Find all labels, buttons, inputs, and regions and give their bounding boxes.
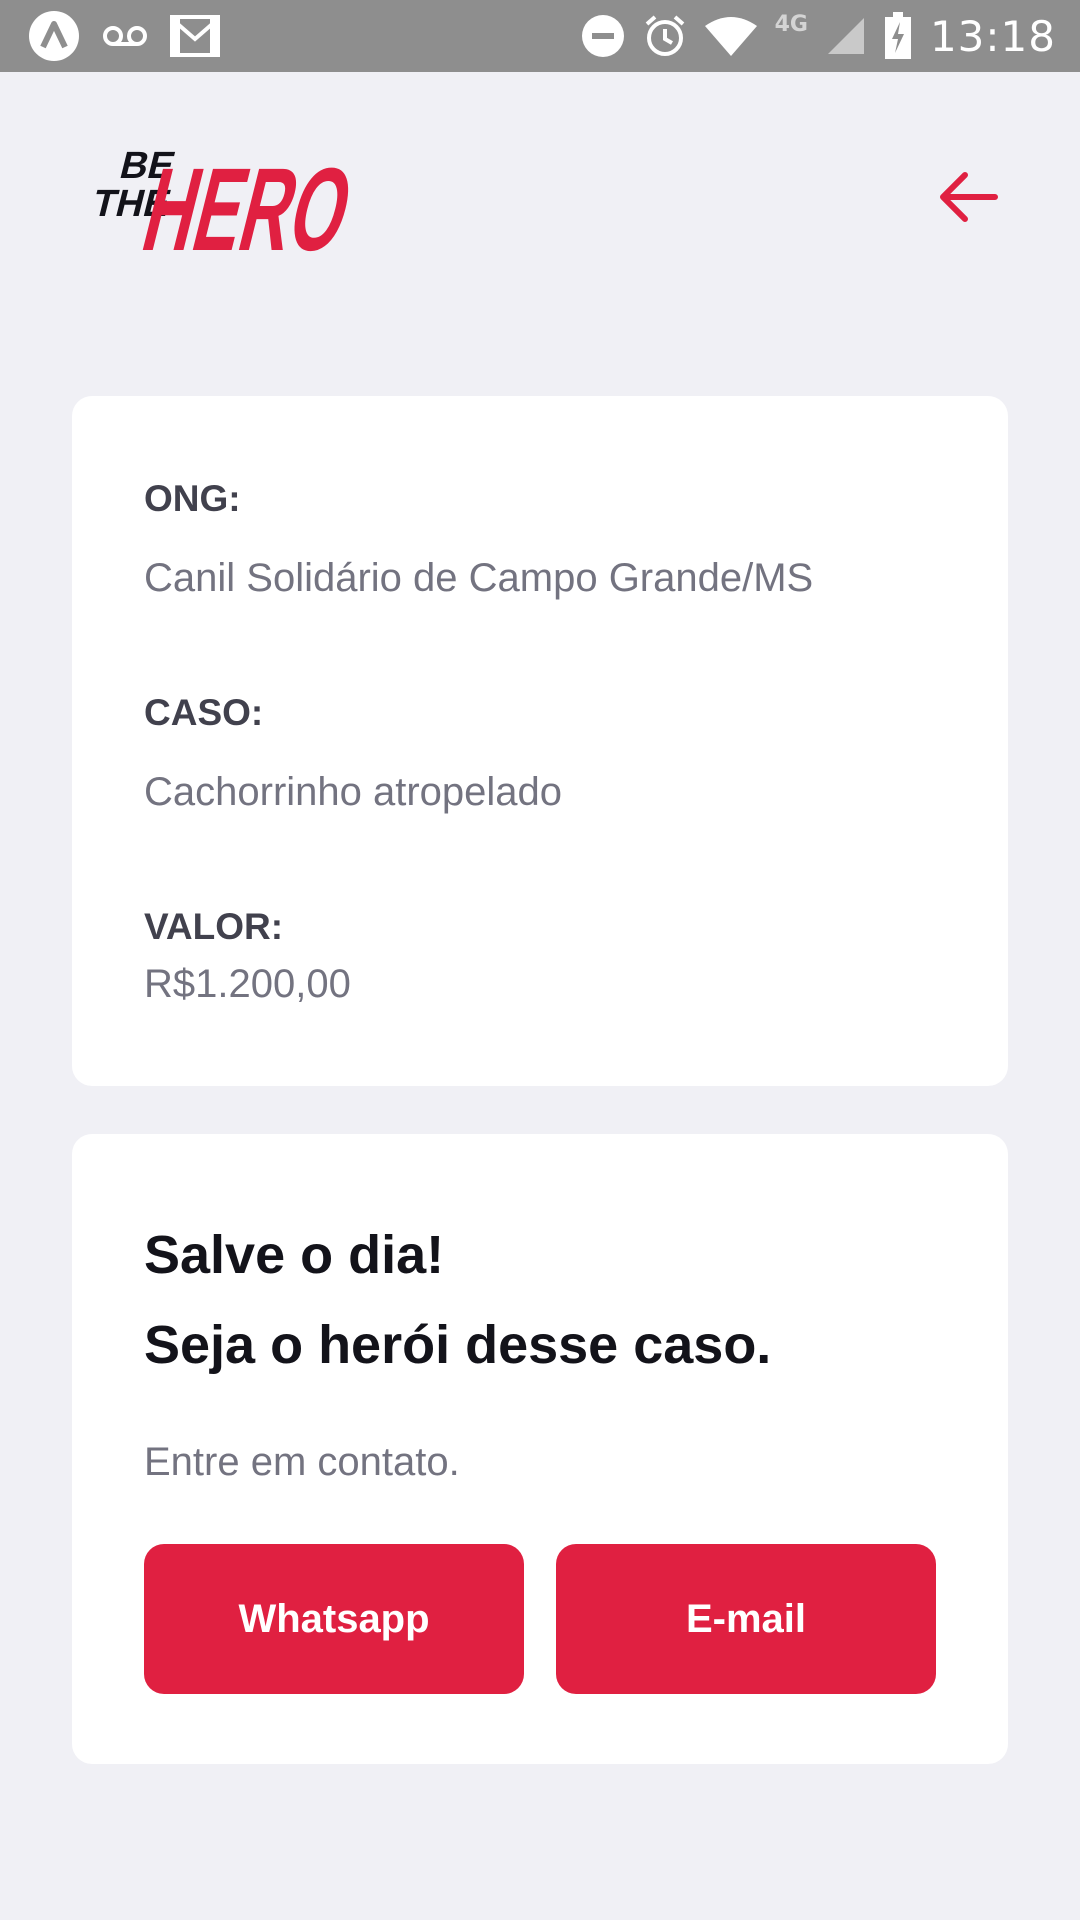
whatsapp-button-label: Whatsapp — [238, 1596, 430, 1641]
status-time: 13:18 — [929, 11, 1056, 61]
contact-card: Salve o dia! Seja o herói desse caso. En… — [72, 1134, 1008, 1764]
incident-card: ONG: Canil Solidário de Campo Grande/MS … — [72, 396, 1008, 1086]
voicemail-icon — [102, 23, 148, 49]
email-button-label: E-mail — [685, 1596, 807, 1641]
battery-charging-icon — [884, 12, 912, 60]
dnd-icon — [581, 14, 625, 58]
signal-icon — [826, 16, 866, 56]
wifi-icon — [704, 16, 757, 56]
contact-title-line1: Salve o dia! — [144, 1225, 445, 1285]
network-type: 4G — [774, 11, 808, 37]
email-button[interactable]: E-mail — [556, 1544, 936, 1694]
value-label: VALOR: — [144, 906, 284, 947]
status-bar: 4G 13:18 — [0, 0, 1080, 72]
gmail-icon — [170, 15, 220, 57]
whatsapp-button[interactable]: Whatsapp — [144, 1544, 524, 1694]
contact-title-line2: Seja o herói desse caso. — [144, 1315, 772, 1375]
back-button[interactable] — [930, 158, 1008, 236]
value-value: R$1.200,00 — [144, 962, 351, 1006]
alarm-icon — [643, 14, 687, 58]
be-the-hero-logo: BE THE HERO — [88, 145, 362, 256]
header: BE THE HERO — [72, 130, 1008, 260]
status-bar-right: 4G 13:18 — [581, 10, 1056, 62]
logo-hero: HERO — [132, 145, 362, 256]
ong-value: Canil Solidário de Campo Grande/MS — [144, 556, 814, 600]
case-label: CASO: — [144, 692, 264, 733]
status-bar-left — [28, 10, 220, 62]
app-icon — [28, 10, 80, 62]
case-value: Cachorrinho atropelado — [144, 770, 563, 814]
ong-label: ONG: — [144, 478, 241, 519]
arrow-left-icon — [940, 172, 998, 222]
contact-description: Entre em contato. — [144, 1440, 460, 1484]
